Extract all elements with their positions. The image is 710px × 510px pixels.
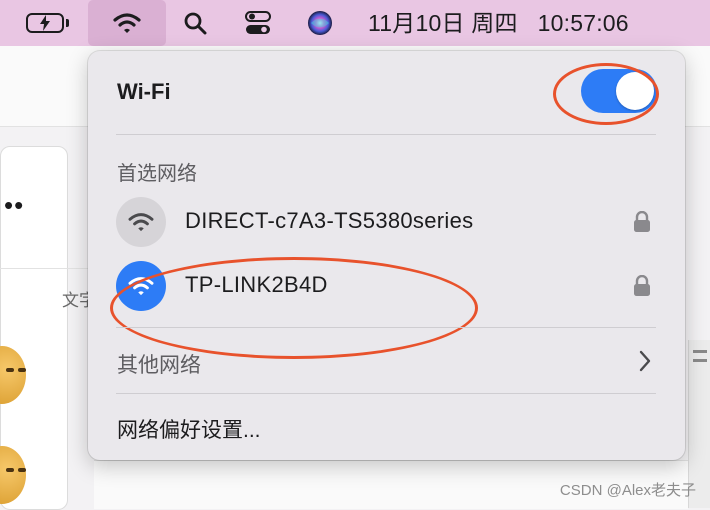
menubar-clock[interactable]: 11月10日 周四 10:57:06 [368, 0, 629, 46]
divider [116, 393, 656, 394]
wifi-icon[interactable] [88, 0, 166, 46]
divider [116, 327, 656, 328]
annotation-circle-toggle [553, 63, 659, 125]
emoji-avatar-icon [0, 346, 26, 408]
panel-toggle-icon[interactable] [693, 350, 707, 362]
menu-bar: 11月10日 周四 10:57:06 [0, 0, 710, 46]
control-center-icon[interactable] [240, 0, 276, 46]
wifi-title: Wi-Fi [117, 79, 171, 104]
lock-icon [634, 275, 650, 296]
menubar-time: 10:57:06 [537, 10, 629, 36]
watermark: CSDN @Alex老夫子 [559, 482, 696, 499]
other-networks-item[interactable]: 其他网络 [117, 349, 201, 379]
chevron-right-icon[interactable] [638, 350, 652, 372]
divider [0, 268, 90, 269]
menubar-date: 11月10日 周四 [368, 10, 518, 36]
siri-icon[interactable] [302, 0, 338, 46]
annotation-circle-network [110, 257, 478, 359]
more-icon[interactable]: •• [4, 190, 24, 221]
wifi-menu-popover: Wi-Fi 首选网络 DIRECT-c7A3-TS5380series TP-L… [88, 51, 685, 460]
network-preferences-item[interactable]: 网络偏好设置... [117, 414, 261, 444]
network-name: DIRECT-c7A3-TS5380series [185, 208, 474, 233]
lock-icon [634, 211, 650, 232]
battery-charging-icon[interactable] [22, 0, 72, 46]
network-row-direct[interactable]: DIRECT-c7A3-TS5380series [116, 197, 656, 247]
wifi-signal-icon [116, 197, 166, 247]
preferred-networks-label: 首选网络 [117, 163, 197, 185]
emoji-avatar-icon [0, 446, 26, 508]
divider [116, 134, 656, 135]
search-icon[interactable] [178, 0, 212, 46]
